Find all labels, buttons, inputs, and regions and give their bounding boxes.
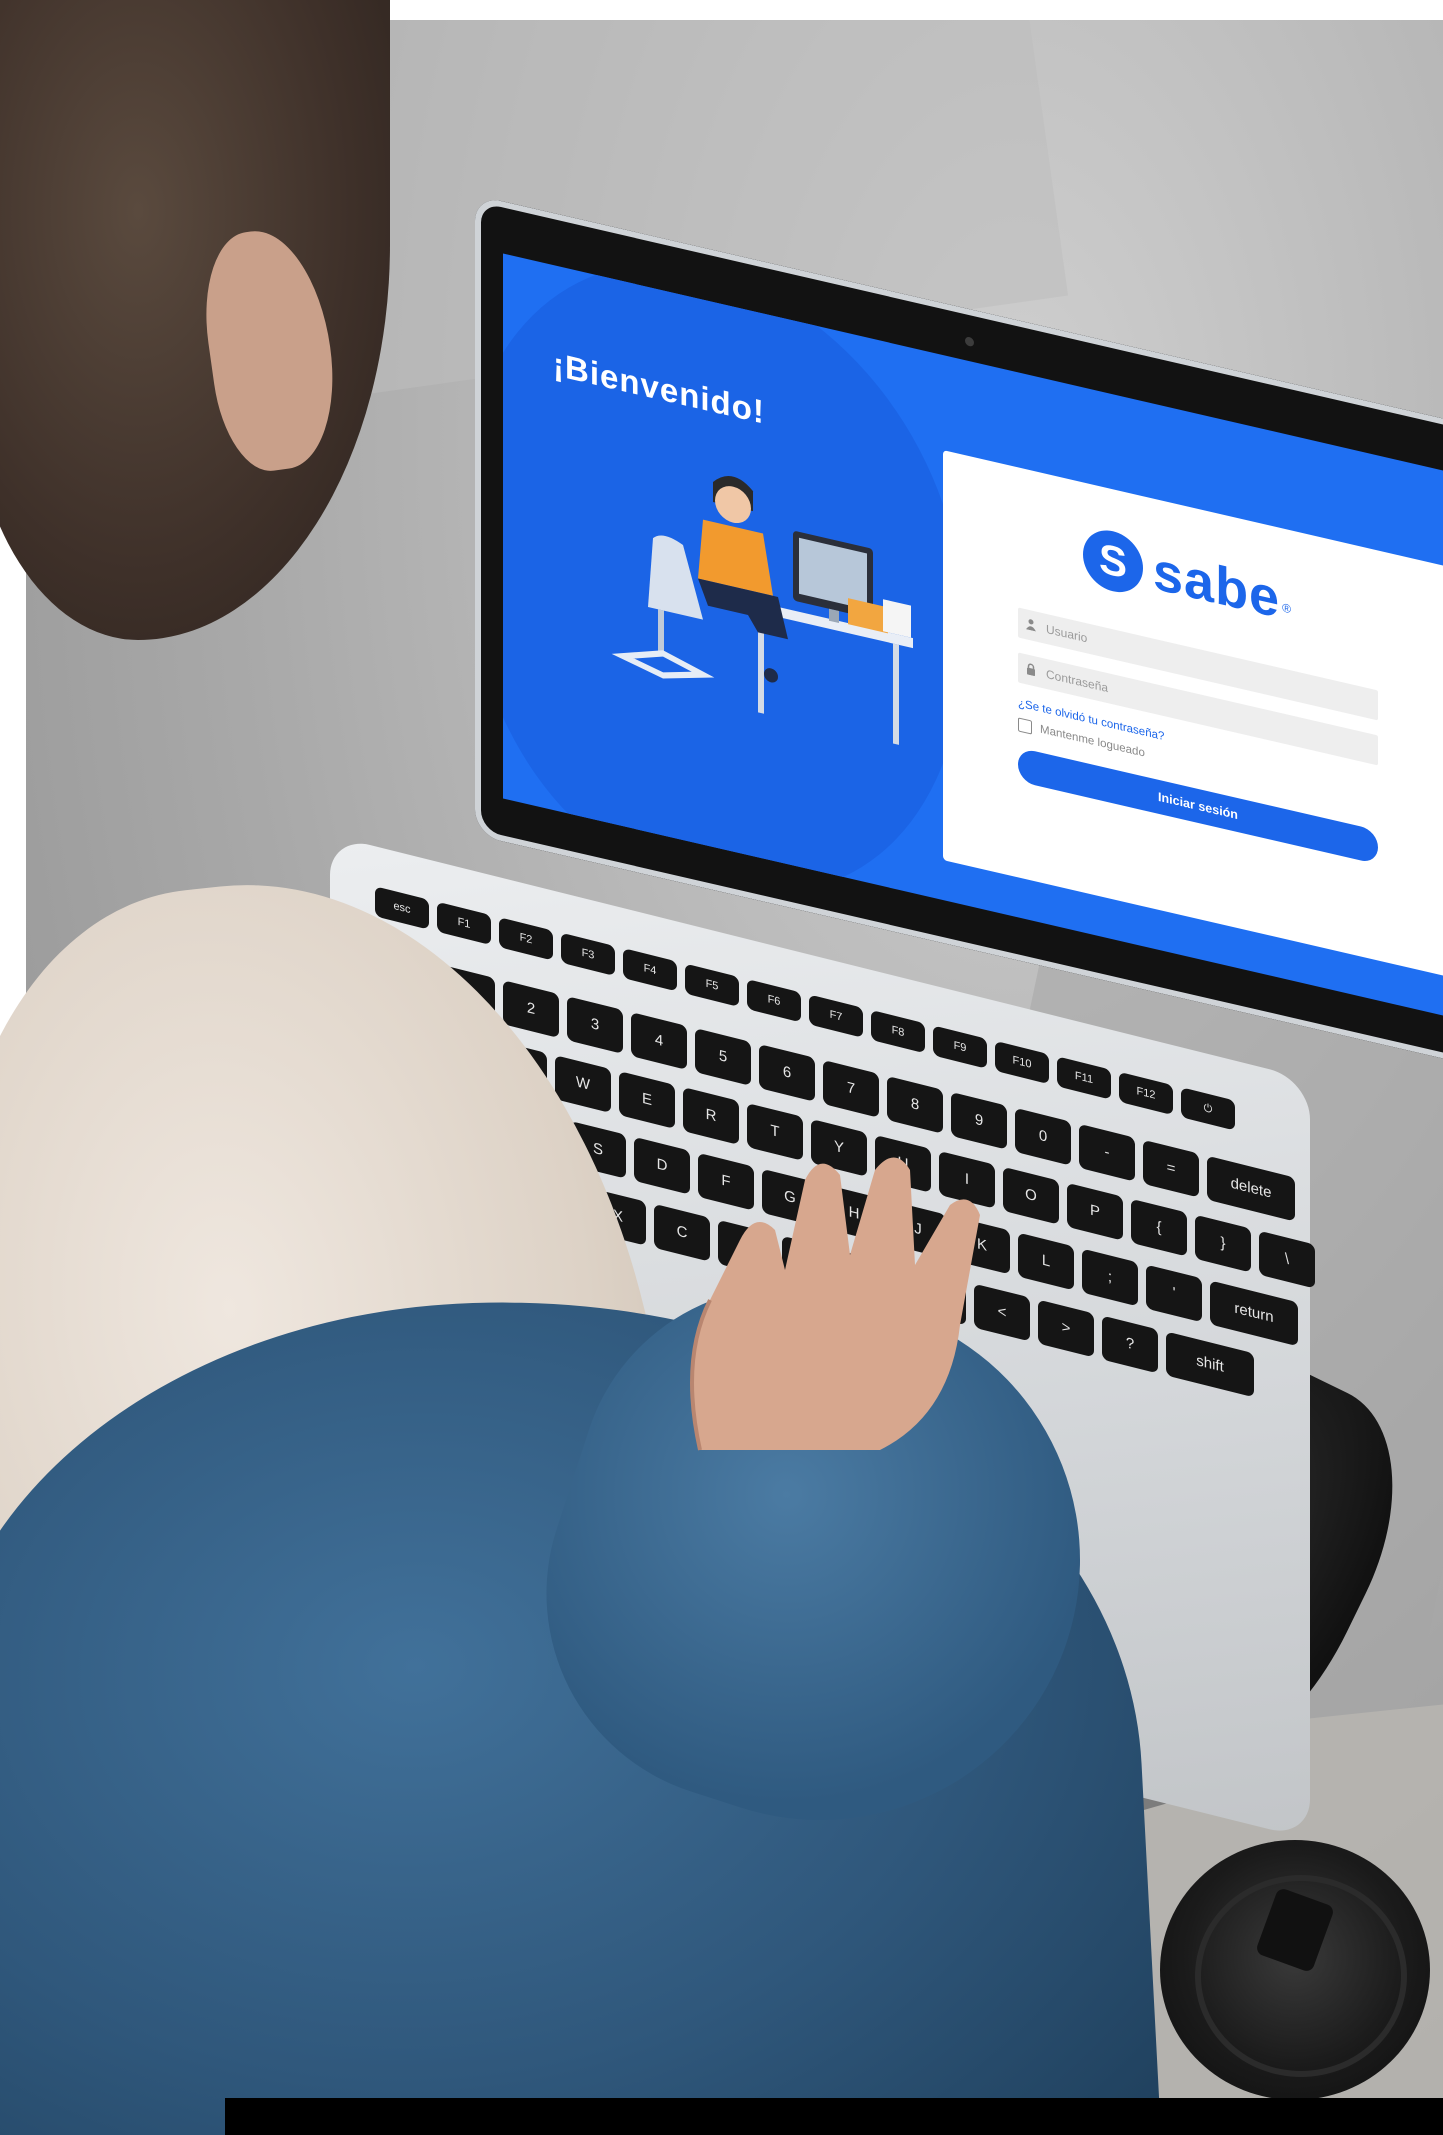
keyboard-key[interactable]: \ <box>1259 1230 1315 1289</box>
user-icon <box>1018 615 1044 636</box>
keyboard-key[interactable]: 3 <box>567 996 623 1055</box>
keyboard-key[interactable]: F4 <box>623 948 677 992</box>
keyboard-key[interactable]: F11 <box>1057 1056 1111 1100</box>
remember-me-checkbox[interactable] <box>1018 717 1032 735</box>
keyboard-key[interactable]: = <box>1143 1139 1199 1198</box>
bottom-banner <box>225 2098 1443 2135</box>
keyboard-key[interactable]: F10 <box>995 1040 1049 1085</box>
keyboard-key[interactable]: { <box>1131 1198 1187 1257</box>
keyboard-key[interactable]: 7 <box>823 1059 879 1118</box>
keyboard-key[interactable]: return <box>1210 1280 1298 1347</box>
keyboard-key[interactable]: ? <box>1102 1315 1158 1374</box>
photo-scene: ¡Bienvenido! S sabe ® Usuario ¿Se te olv… <box>0 0 1443 2135</box>
keyboard-key[interactable]: F3 <box>561 932 615 977</box>
keyboard-key[interactable]: - <box>1079 1123 1135 1182</box>
keyboard-key[interactable]: F1 <box>437 901 491 946</box>
keyboard-key[interactable]: ' <box>1146 1264 1202 1323</box>
sabe-logo-text: sabe <box>1153 540 1281 630</box>
login-card: S sabe ® ¿Se te olvidó tu contra <box>943 450 1443 981</box>
keyboard-key[interactable]: delete <box>1207 1155 1295 1222</box>
keyboard-key[interactable]: 5 <box>695 1028 751 1086</box>
keyboard-key[interactable]: } <box>1195 1214 1251 1273</box>
keyboard-key[interactable]: F9 <box>933 1025 987 1069</box>
login-button[interactable]: Iniciar sesión <box>1018 747 1378 865</box>
keyboard-key[interactable]: F7 <box>809 994 863 1038</box>
keyboard-key[interactable]: ; <box>1082 1248 1138 1307</box>
keyboard-key[interactable]: 6 <box>759 1043 815 1102</box>
keyboard-key[interactable]: ⏻ <box>1181 1087 1235 1131</box>
registered-mark: ® <box>1282 600 1291 617</box>
coffee-cup-lid <box>1160 1840 1430 2100</box>
keyboard-key[interactable]: P <box>1067 1182 1123 1241</box>
keyboard-key[interactable]: F2 <box>499 917 553 961</box>
typing-hand <box>690 1157 980 1451</box>
sabe-logo-icon: S <box>1083 524 1143 599</box>
keyboard-key[interactable]: F12 <box>1119 1071 1173 1116</box>
keyboard-key[interactable]: F6 <box>747 978 801 1023</box>
lock-icon <box>1018 660 1044 681</box>
keyboard-key[interactable]: shift <box>1166 1331 1254 1398</box>
keyboard-key[interactable]: F5 <box>685 963 739 1007</box>
keyboard-key[interactable]: F8 <box>871 1009 925 1054</box>
sabe-logo: S sabe ® <box>1083 522 1291 634</box>
webcam-icon <box>965 336 974 348</box>
keyboard-key[interactable]: 4 <box>631 1012 687 1071</box>
